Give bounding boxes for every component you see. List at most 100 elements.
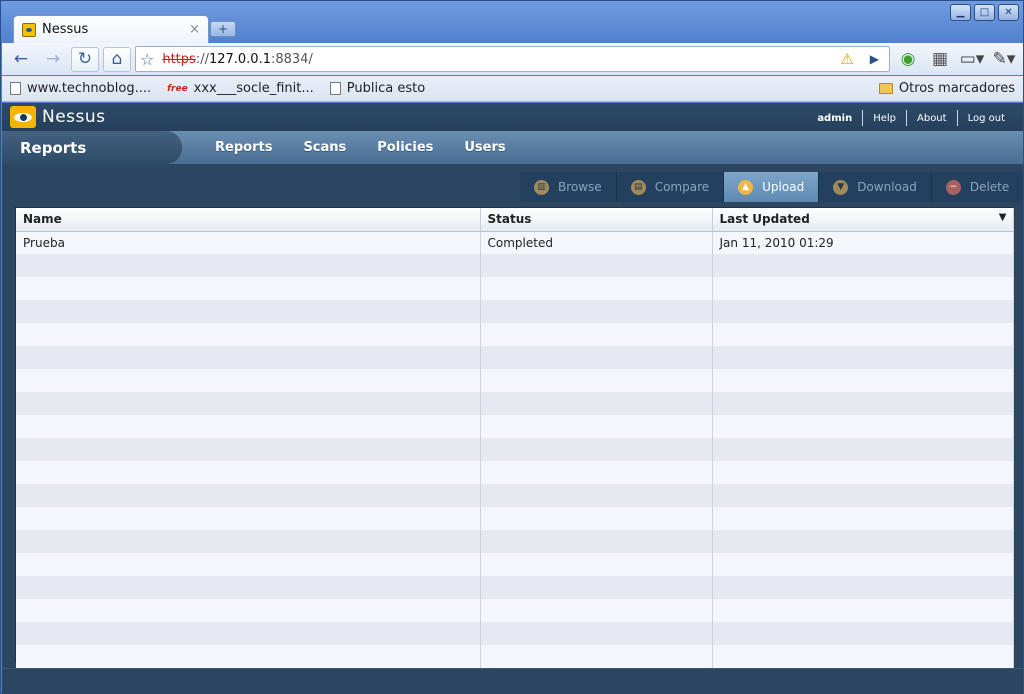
report-date-cell: Jan 11, 2010 01:29 xyxy=(712,231,1014,254)
report-name-cell: Prueba xyxy=(16,231,481,254)
bookmark-item[interactable]: free xxx___socle_finit... xyxy=(167,81,314,96)
bookmark-label: www.technoblog.... xyxy=(27,81,152,96)
empty-cell xyxy=(16,576,481,599)
user-links: admin Help About Log out xyxy=(807,110,1015,126)
bookmark-label: xxx___socle_finit... xyxy=(193,81,314,96)
nav-reports[interactable]: Reports xyxy=(215,140,272,155)
report-status-cell: Completed xyxy=(480,231,713,254)
new-tab-button[interactable]: + xyxy=(210,21,236,37)
empty-table-row xyxy=(16,415,1014,438)
column-header-last-updated[interactable]: Last Updated ▼ xyxy=(712,208,1014,232)
bookmark-star-icon[interactable]: ☆ xyxy=(140,50,154,69)
empty-table-row xyxy=(16,484,1014,507)
browser-tab[interactable]: Nessus × xyxy=(13,15,209,43)
nav-users[interactable]: Users xyxy=(464,140,505,155)
nav-policies[interactable]: Policies xyxy=(377,140,433,155)
other-bookmarks[interactable]: Otros marcadores xyxy=(878,81,1015,96)
nessus-logo: Nessus xyxy=(10,106,106,128)
browse-label: Browse xyxy=(558,180,602,194)
extension-icon[interactable]: ▦ xyxy=(926,47,954,72)
other-bookmarks-label: Otros marcadores xyxy=(898,81,1015,96)
column-label: Last Updated xyxy=(719,212,810,227)
empty-table-row xyxy=(16,346,1014,369)
tab-close-icon[interactable]: × xyxy=(189,22,200,37)
forward-icon[interactable]: → xyxy=(39,47,67,72)
page-icon xyxy=(10,82,21,95)
folder-icon xyxy=(878,83,893,94)
home-icon[interactable]: ⌂ xyxy=(103,46,131,72)
nav-scans[interactable]: Scans xyxy=(303,140,346,155)
empty-table-row xyxy=(16,300,1014,323)
empty-table-row xyxy=(16,277,1014,300)
reload-icon[interactable]: ↻ xyxy=(71,46,99,72)
empty-cell xyxy=(480,507,713,530)
back-icon[interactable]: ← xyxy=(7,47,35,72)
bookmark-item[interactable]: www.technoblog.... xyxy=(10,81,151,96)
download-icon: ▼ xyxy=(833,179,849,195)
empty-cell xyxy=(16,438,481,461)
delete-button[interactable]: − Delete xyxy=(932,172,1023,202)
browse-button[interactable]: ▥ Browse xyxy=(520,172,617,202)
empty-cell xyxy=(16,622,481,645)
nessus-page: Nessus admin Help About Log out Reports … xyxy=(2,103,1024,694)
empty-cell xyxy=(480,645,713,668)
bookmarks-bar: www.technoblog.... free xxx___socle_fini… xyxy=(2,76,1023,102)
bookmark-label: Publica esto xyxy=(346,81,426,96)
wrench-menu-icon[interactable]: ✎▾ xyxy=(990,47,1018,72)
empty-table-row xyxy=(16,323,1014,346)
security-warning-icon[interactable]: ⚠ xyxy=(840,50,853,68)
column-label: Status xyxy=(487,212,532,227)
empty-cell xyxy=(480,576,713,599)
download-button[interactable]: ▼ Download xyxy=(819,172,932,202)
empty-table-row xyxy=(16,553,1014,576)
maximize-button[interactable]: □ xyxy=(974,4,995,21)
column-header-status[interactable]: Status xyxy=(480,208,713,232)
browser-window: ▁ □ ✕ Nessus × + ← → ↻ ⌂ ☆ https://127.0… xyxy=(0,0,1024,694)
empty-cell xyxy=(712,323,1014,346)
empty-cell xyxy=(480,254,713,277)
empty-cell xyxy=(712,277,1014,300)
empty-cell xyxy=(480,323,713,346)
upload-button[interactable]: ▲ Upload xyxy=(724,172,820,202)
empty-cell xyxy=(712,645,1014,668)
empty-cell xyxy=(712,254,1014,277)
empty-cell xyxy=(16,461,481,484)
empty-cell xyxy=(16,254,481,277)
url-text[interactable]: https://127.0.0.1:8834/ xyxy=(162,52,834,67)
empty-table-row xyxy=(16,507,1014,530)
about-link[interactable]: About xyxy=(907,113,957,124)
url-protocol: https xyxy=(162,51,196,67)
feed-icon[interactable]: ◉ xyxy=(894,47,922,72)
main-nav: Reports Reports Scans Policies Users xyxy=(2,131,1023,164)
column-header-name[interactable]: Name xyxy=(16,208,481,232)
help-link[interactable]: Help xyxy=(863,113,906,124)
empty-cell xyxy=(480,553,713,576)
compare-label: Compare xyxy=(654,180,710,194)
empty-cell xyxy=(712,438,1014,461)
table-row[interactable]: Prueba Completed Jan 11, 2010 01:29 xyxy=(16,231,1014,254)
empty-cell xyxy=(480,415,713,438)
go-icon[interactable]: ▶ xyxy=(870,52,879,66)
section-title: Reports xyxy=(2,131,182,164)
empty-cell xyxy=(16,415,481,438)
empty-cell xyxy=(16,277,481,300)
empty-cell xyxy=(16,507,481,530)
sort-descending-icon[interactable]: ▼ xyxy=(999,212,1007,223)
empty-table-row xyxy=(16,645,1014,668)
browser-toolbar: ← → ↻ ⌂ ☆ https://127.0.0.1:8834/ ⚠ ▶ ◉ … xyxy=(2,43,1023,75)
compare-button[interactable]: ▤ Compare xyxy=(617,172,725,202)
logout-link[interactable]: Log out xyxy=(958,113,1015,124)
empty-cell xyxy=(480,622,713,645)
browse-icon: ▥ xyxy=(534,179,549,195)
page-menu-icon[interactable]: ▭▾ xyxy=(958,47,986,72)
bookmark-item[interactable]: Publica esto xyxy=(329,81,426,96)
close-window-button[interactable]: ✕ xyxy=(998,4,1019,21)
minimize-button[interactable]: ▁ xyxy=(950,4,971,21)
window-controls: ▁ □ ✕ xyxy=(950,4,1019,21)
reports-table: Name Status Last Updated ▼ Prueba Complet… xyxy=(15,207,1014,668)
address-bar[interactable]: ☆ https://127.0.0.1:8834/ ⚠ ▶ xyxy=(135,46,890,72)
nav-links: Reports Scans Policies Users xyxy=(215,140,537,155)
empty-cell xyxy=(712,507,1014,530)
url-host: 127.0.0.1 xyxy=(208,51,271,67)
empty-cell xyxy=(16,599,481,622)
